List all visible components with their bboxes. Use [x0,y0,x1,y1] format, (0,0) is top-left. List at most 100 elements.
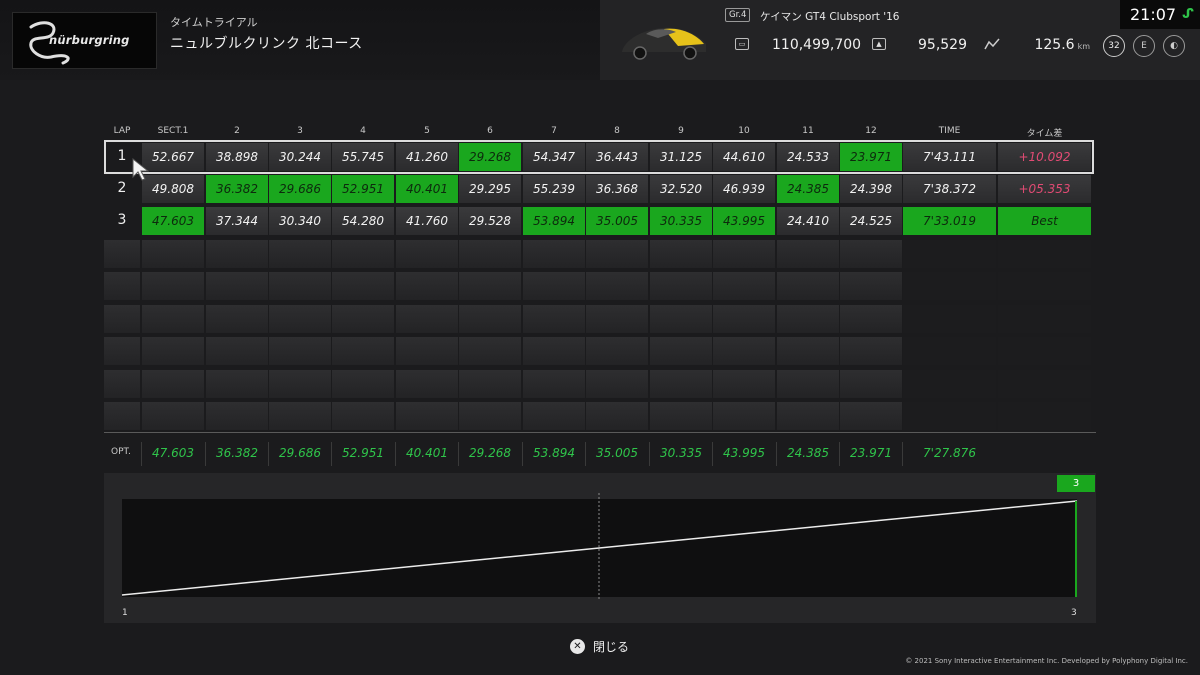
empty-table-cell [586,370,648,398]
logo-text: nürburgring [49,33,130,47]
sector-time-cell: 41.260 [396,143,458,171]
empty-table-cell [104,402,140,430]
column-header: 3 [297,126,303,136]
sector-time-cell: 23.971 [840,143,902,171]
sector-time-cell: 41.760 [396,207,458,235]
empty-table-cell [104,240,140,268]
sector-time-cell: 30.340 [269,207,331,235]
empty-table-cell [269,402,331,430]
sector-time-cell: 36.443 [586,143,648,171]
empty-table-cell [459,240,521,268]
sector-time-cell: 29.268 [459,143,521,171]
network-status-icon: ᔑ [1182,7,1195,22]
optimal-separator [395,442,396,466]
close-button[interactable]: ✕ 閉じる [570,638,629,655]
sector-time-cell: 36.382 [206,175,268,203]
lap-number: 3 [117,212,127,228]
optimal-sector-time: 23.971 [850,446,892,460]
column-header: 4 [360,126,366,136]
empty-table-cell [998,370,1091,398]
lap-time-cell: 7'38.372 [903,175,996,203]
column-header: TIME [938,126,961,136]
optimal-separator [141,442,142,466]
sector-time-cell: 53.894 [523,207,585,235]
empty-table-cell [650,370,712,398]
optimal-separator [268,442,269,466]
optimal-sector-time: 40.401 [406,446,448,460]
empty-table-cell [840,337,902,365]
empty-table-cell [104,272,140,300]
optimal-lap-label: OPT. [111,447,131,457]
empty-table-cell [777,305,839,333]
empty-table-cell [206,240,268,268]
race-mode-label: タイムトライアル [170,16,258,29]
empty-table-cell [903,337,996,365]
empty-table-cell [840,240,902,268]
empty-table-cell [777,370,839,398]
empty-table-cell [998,337,1091,365]
distance-value: 125.6 km [1034,37,1090,53]
optimal-lap-time: 7'27.876 [923,446,976,460]
column-header: 6 [487,126,493,136]
empty-table-cell [903,305,996,333]
graph-canvas [121,493,1078,601]
empty-table-cell [459,272,521,300]
empty-table-cell [332,370,394,398]
sector-time-cell: 54.347 [523,143,585,171]
empty-table-cell [459,337,521,365]
empty-table-cell [840,370,902,398]
course-logo: nürburgring [12,12,157,69]
empty-table-cell [998,305,1091,333]
sector-time-cell: 43.995 [713,207,775,235]
empty-table-cell [206,370,268,398]
empty-table-cell [586,240,648,268]
sector-time-cell: 37.344 [206,207,268,235]
empty-table-cell [142,370,204,398]
empty-table-cell [206,337,268,365]
lap-time-cell: 7'33.019 [903,207,996,235]
course-title: ニュルブルクリンク 北コース [170,36,363,52]
optimal-sector-time: 35.005 [596,446,638,460]
empty-table-cell [586,272,648,300]
sector-time-cell: 55.239 [523,175,585,203]
lap-time-cell: 7'43.111 [903,143,996,171]
empty-table-cell [269,240,331,268]
cross-button-icon: ✕ [570,639,585,654]
empty-table-cell [713,337,775,365]
empty-table-cell [650,240,712,268]
empty-table-cell [523,305,585,333]
driver-rating-icon: E [1133,35,1155,57]
empty-table-cell [459,370,521,398]
empty-table-cell [396,272,458,300]
level-icon: 32 [1103,35,1125,57]
time-gap-cell: +10.092 [998,143,1091,171]
empty-table-cell [396,240,458,268]
gr-class-badge: Gr.4 [725,8,751,22]
optimal-separator [331,442,332,466]
sector-time-cell: 38.898 [206,143,268,171]
time-gap-cell: +05.353 [998,175,1091,203]
sector-time-cell: 29.686 [269,175,331,203]
system-clock: 21:07 ᔑ [1120,0,1200,29]
empty-table-cell [269,370,331,398]
empty-table-cell [713,305,775,333]
close-label: 閉じる [593,640,630,654]
credits-icon: ▭ [735,38,749,50]
graph-axis-end: 3 [1071,608,1077,618]
empty-table-cell [903,402,996,430]
empty-table-cell [523,240,585,268]
column-header: LAP [113,126,131,136]
optimal-sector-time: 53.894 [533,446,575,460]
empty-table-cell [903,240,996,268]
empty-table-cell [269,337,331,365]
lap-time-graph [104,473,1096,623]
sector-time-cell: 24.533 [777,143,839,171]
empty-table-cell [104,337,140,365]
empty-table-cell [650,305,712,333]
empty-table-cell [840,272,902,300]
sector-time-cell: 24.385 [777,175,839,203]
credits-value: 110,499,700 [772,37,862,53]
copyright-text: © 2021 Sony Interactive Entertainment In… [905,657,1188,665]
car-name: ケイマン GT4 Clubsport '16 [760,11,900,23]
empty-table-cell [104,370,140,398]
